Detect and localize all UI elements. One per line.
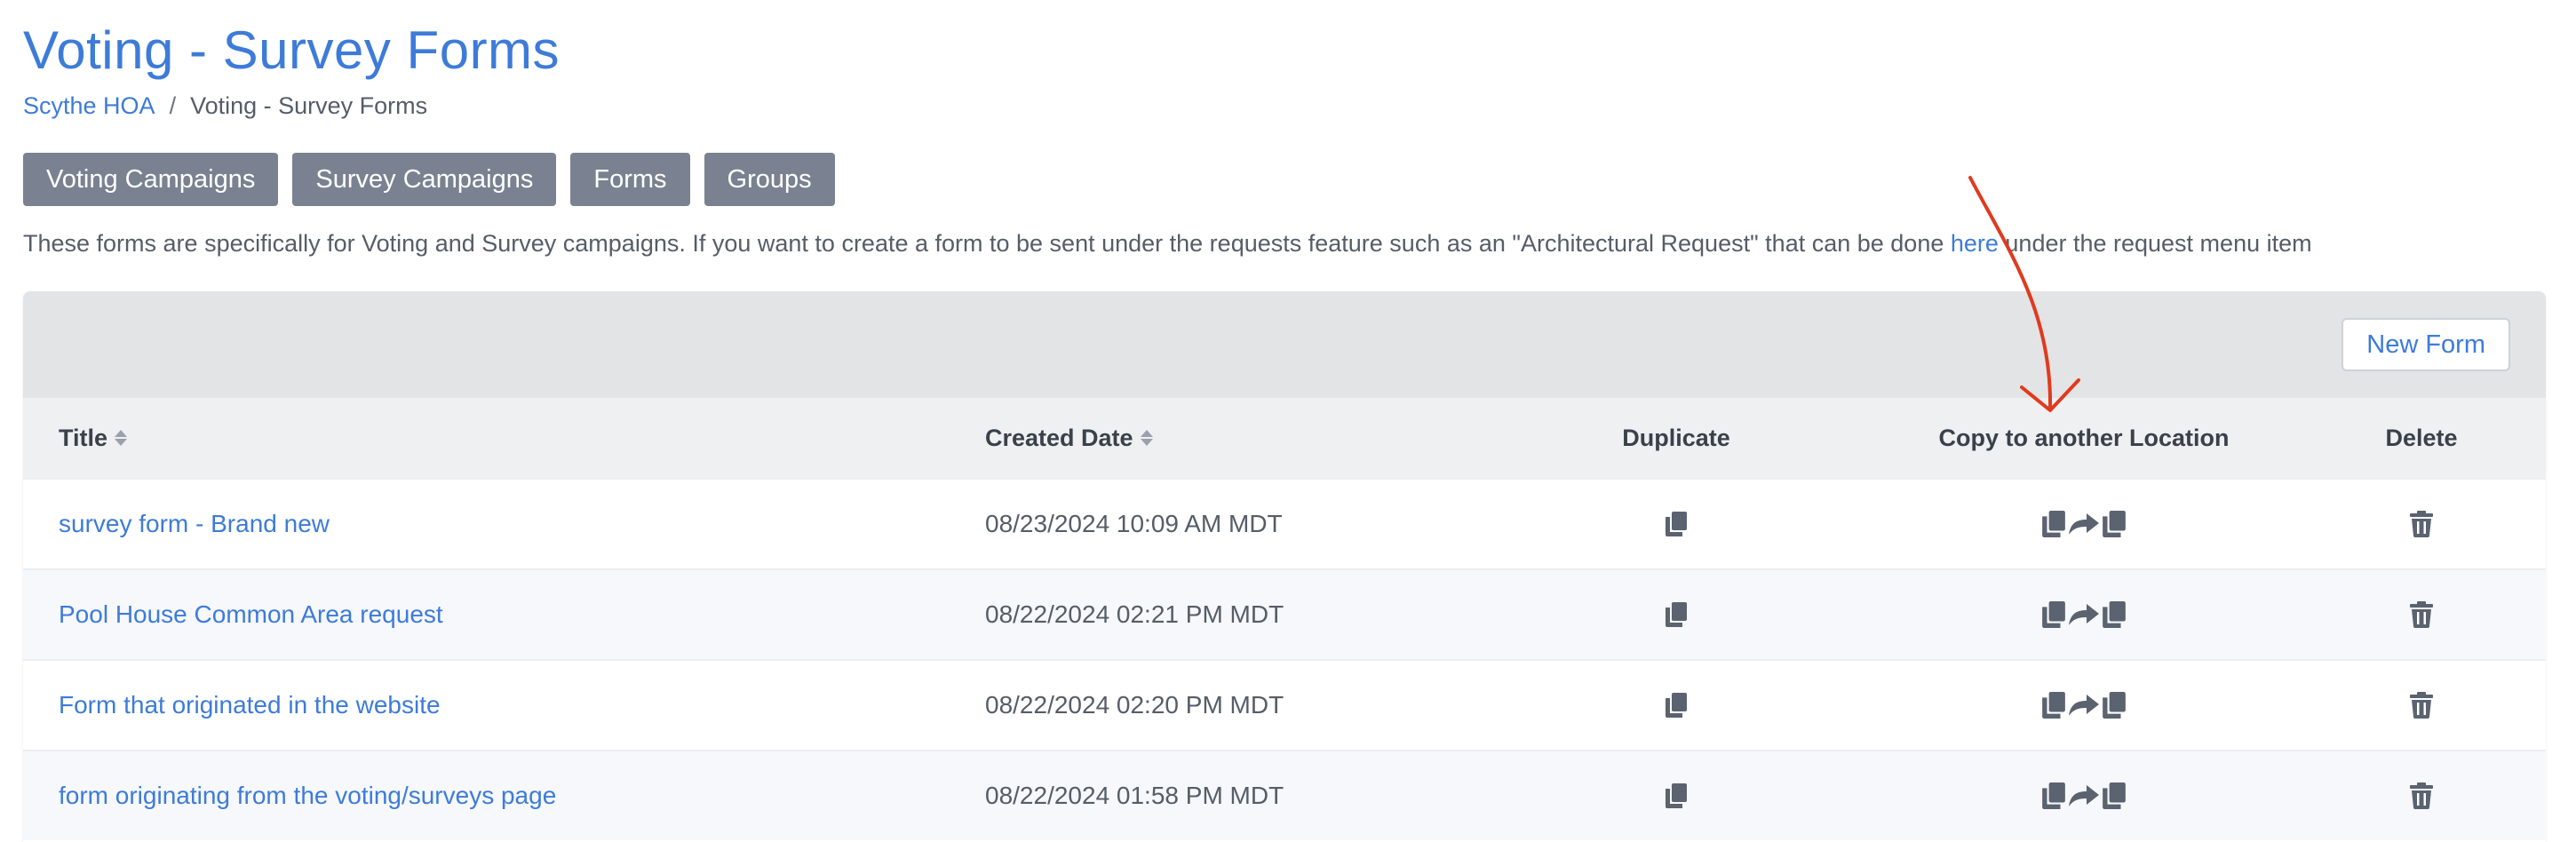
tab-groups[interactable]: Groups xyxy=(704,153,835,206)
form-title-link[interactable]: Pool House Common Area request xyxy=(59,600,443,629)
trash-icon xyxy=(2410,782,2433,809)
table-row: Form that originated in the website 08/2… xyxy=(23,659,2546,750)
column-delete-header: Delete xyxy=(2315,398,2528,478)
copy-to-location-button[interactable] xyxy=(2042,782,2126,809)
copy-to-location-button[interactable] xyxy=(2042,511,2126,537)
created-date: 08/22/2024 02:21 PM MDT xyxy=(985,600,1284,628)
new-form-button[interactable]: New Form xyxy=(2341,318,2510,371)
tab-survey-campaigns[interactable]: Survey Campaigns xyxy=(292,153,557,206)
copy-icon xyxy=(2042,511,2065,537)
table-body: survey form - Brand new 08/23/2024 10:09… xyxy=(23,478,2546,840)
table-header: Title Created Date Duplicate Copy to ano… xyxy=(23,398,2546,478)
sort-icon[interactable] xyxy=(115,430,128,446)
column-created-date-label: Created Date xyxy=(985,424,1133,451)
form-title-link[interactable]: Form that originated in the website xyxy=(59,691,441,719)
copy-icon xyxy=(2103,782,2126,809)
table-row: form originating from the voting/surveys… xyxy=(23,750,2546,840)
created-date: 08/22/2024 01:58 PM MDT xyxy=(985,782,1284,809)
share-arrow-icon xyxy=(2069,695,2099,716)
info-text-before: These forms are specifically for Voting … xyxy=(23,230,1951,257)
duplicate-button[interactable] xyxy=(1666,512,1687,536)
trash-icon xyxy=(2410,511,2433,537)
table-row: Pool House Common Area request 08/22/202… xyxy=(23,568,2546,659)
breadcrumb-current: Voting - Survey Forms xyxy=(190,92,428,119)
info-text: These forms are specifically for Voting … xyxy=(23,230,2312,258)
share-arrow-icon xyxy=(2069,785,2099,806)
delete-button[interactable] xyxy=(2410,601,2433,628)
copy-to-location-button[interactable] xyxy=(2042,692,2126,719)
breadcrumb-separator: / xyxy=(169,92,177,119)
copy-icon xyxy=(1666,783,1687,808)
copy-icon xyxy=(1666,602,1687,627)
copy-icon xyxy=(1666,693,1687,718)
copy-icon xyxy=(2042,601,2065,628)
tab-bar: Voting Campaigns Survey Campaigns Forms … xyxy=(23,153,835,206)
column-delete-label: Delete xyxy=(2385,424,2458,451)
duplicate-button[interactable] xyxy=(1666,602,1687,627)
table-row: survey form - Brand new 08/23/2024 10:09… xyxy=(23,478,2546,568)
forms-panel: New Form Title Created Date Duplicate Co… xyxy=(23,291,2546,842)
breadcrumb-home-link[interactable]: Scythe HOA xyxy=(23,92,155,120)
tab-voting-campaigns[interactable]: Voting Campaigns xyxy=(23,153,279,206)
column-title-label: Title xyxy=(59,424,108,451)
share-arrow-icon xyxy=(2069,604,2099,625)
column-duplicate-label: Duplicate xyxy=(1622,424,1730,451)
copy-icon xyxy=(2103,601,2126,628)
form-title-link[interactable]: survey form - Brand new xyxy=(59,510,330,538)
share-arrow-icon xyxy=(2069,513,2099,535)
requests-here-link[interactable]: here xyxy=(1951,230,1999,257)
created-date: 08/23/2024 10:09 AM MDT xyxy=(985,510,1283,537)
page-title: Voting - Survey Forms xyxy=(23,20,561,80)
trash-icon xyxy=(2410,692,2433,719)
column-duplicate-header: Duplicate xyxy=(1525,398,1827,478)
copy-icon xyxy=(2103,692,2126,719)
delete-button[interactable] xyxy=(2410,782,2433,809)
sort-icon[interactable] xyxy=(1140,430,1153,446)
delete-button[interactable] xyxy=(2410,692,2433,719)
column-copy-location-header: Copy to another Location xyxy=(1844,398,2324,478)
copy-icon xyxy=(2103,511,2126,537)
copy-icon xyxy=(2042,692,2065,719)
column-created-date-header[interactable]: Created Date xyxy=(985,398,1153,478)
delete-button[interactable] xyxy=(2410,511,2433,537)
column-copy-location-label: Copy to another Location xyxy=(1938,424,2230,451)
copy-icon xyxy=(2042,782,2065,809)
panel-toolbar: New Form xyxy=(23,291,2546,398)
copy-icon xyxy=(1666,512,1687,536)
created-date: 08/22/2024 02:20 PM MDT xyxy=(985,691,1284,719)
column-title-header[interactable]: Title xyxy=(59,398,128,478)
trash-icon xyxy=(2410,601,2433,628)
duplicate-button[interactable] xyxy=(1666,693,1687,718)
copy-to-location-button[interactable] xyxy=(2042,601,2126,628)
breadcrumb: Scythe HOA / Voting - Survey Forms xyxy=(23,92,427,120)
tab-forms[interactable]: Forms xyxy=(570,153,690,206)
form-title-link[interactable]: form originating from the voting/surveys… xyxy=(59,782,556,810)
info-text-after: under the request menu item xyxy=(1998,230,2312,257)
duplicate-button[interactable] xyxy=(1666,783,1687,808)
